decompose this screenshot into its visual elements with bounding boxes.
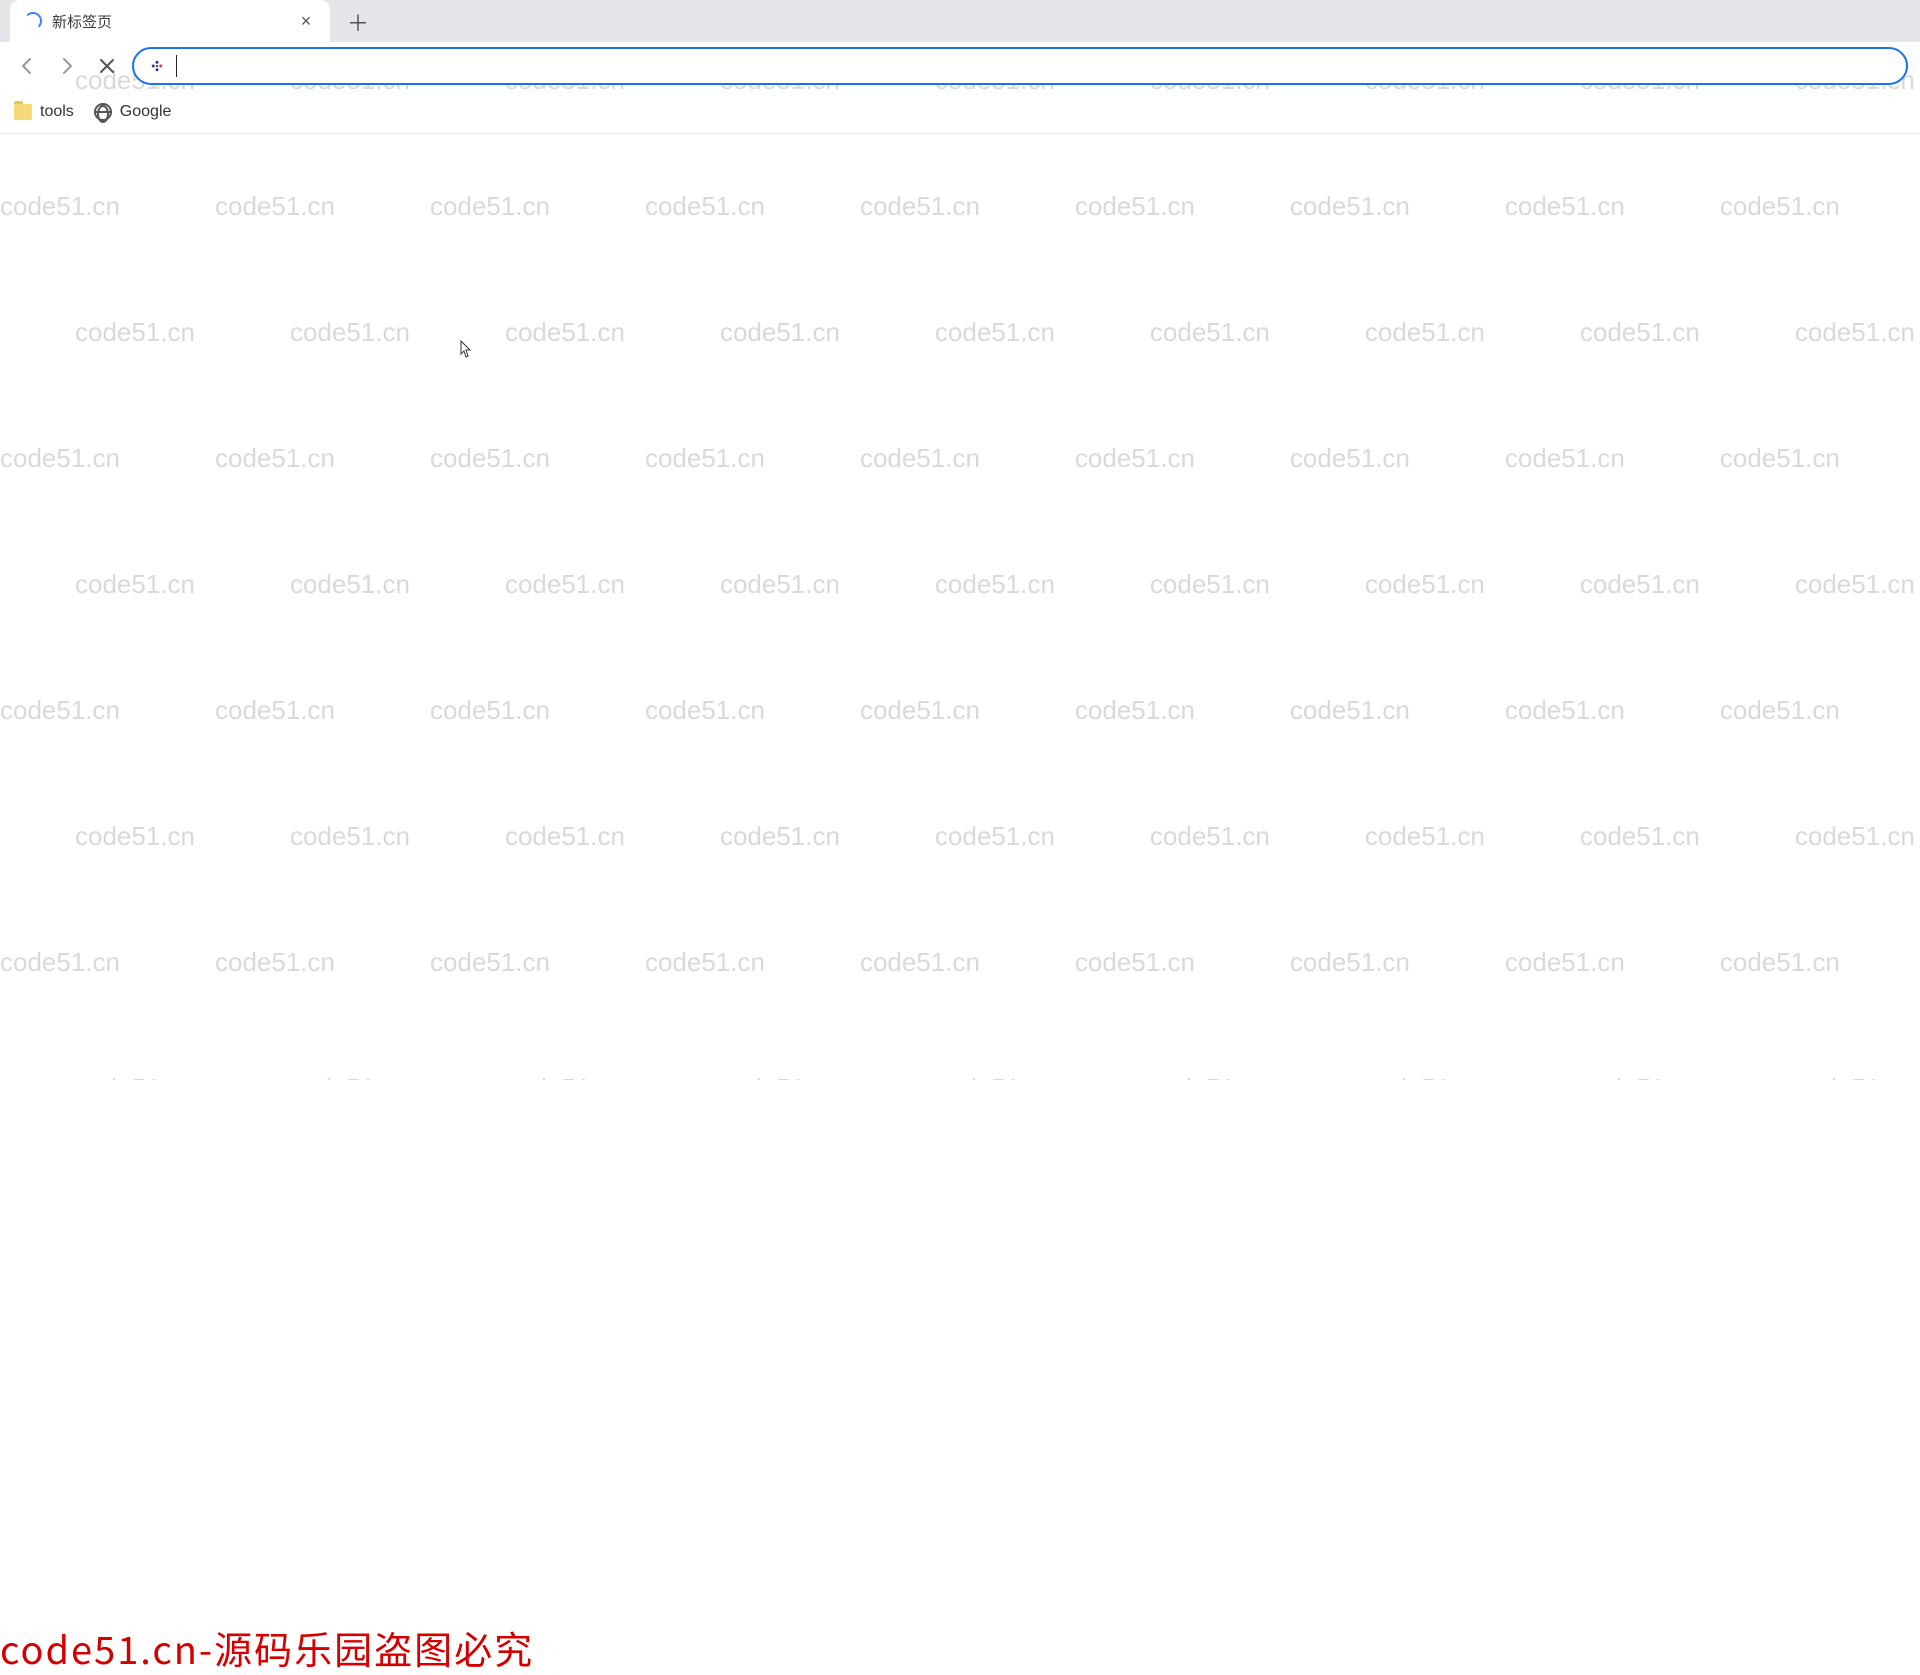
new-tab-button[interactable]: ＋ — [342, 6, 374, 38]
watermark-notice-text: code51.cn-源码乐园盗图必究 — [0, 1620, 1920, 1675]
tab-loading-spinner-icon — [24, 12, 42, 30]
browser-tab[interactable]: 新标签页 × — [10, 0, 330, 42]
address-bar[interactable] — [132, 47, 1908, 85]
forward-button[interactable] — [52, 51, 82, 81]
address-input[interactable] — [187, 56, 1892, 77]
close-icon — [98, 57, 116, 75]
back-button[interactable] — [12, 51, 42, 81]
stop-button[interactable] — [92, 51, 122, 81]
toolbar — [0, 42, 1920, 90]
bookmarks-bar: tools Google — [0, 90, 1920, 134]
tab-title: 新标签页 — [52, 11, 286, 32]
bookmark-folder-tools[interactable]: tools — [14, 103, 74, 121]
page-body — [0, 134, 1920, 1080]
address-caret — [176, 55, 177, 77]
folder-icon — [14, 104, 32, 120]
arrow-right-icon — [57, 56, 77, 76]
site-info-icon[interactable] — [148, 57, 166, 75]
close-tab-button[interactable]: × — [296, 11, 316, 31]
bookmark-google[interactable]: Google — [94, 103, 172, 121]
tab-strip: 新标签页 × ＋ — [0, 0, 1920, 42]
cursor-pointer-icon — [455, 340, 473, 367]
globe-icon — [94, 103, 112, 121]
arrow-left-icon — [17, 56, 37, 76]
bookmark-label: tools — [40, 103, 74, 121]
bookmark-label: Google — [120, 103, 172, 121]
